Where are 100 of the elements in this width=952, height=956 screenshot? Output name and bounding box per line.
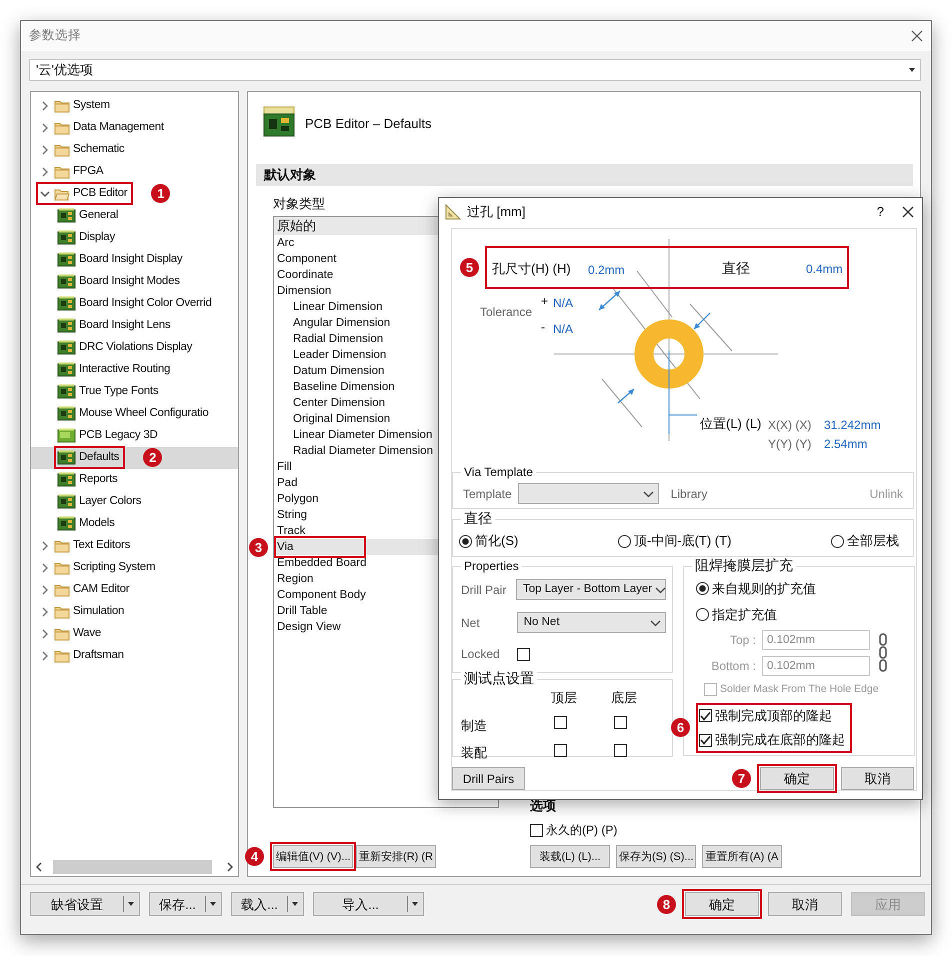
- radio-button[interactable]: [696, 608, 709, 621]
- close-icon[interactable]: [911, 30, 923, 42]
- radio-button[interactable]: [831, 534, 844, 548]
- list-item[interactable]: Center Dimension: [293, 395, 390, 411]
- tree-item[interactable]: Board Insight Color Overrid: [57, 294, 215, 312]
- checkbox[interactable]: [554, 744, 567, 757]
- circuit-board-icon: [57, 450, 76, 465]
- button[interactable]: 确定: [760, 767, 834, 790]
- circuit-board-icon: [57, 384, 76, 399]
- tree-item[interactable]: Simulation: [39, 602, 128, 620]
- radio-label: 指定扩充值: [712, 606, 777, 624]
- tree-item[interactable]: Reports: [57, 470, 121, 488]
- chevron-down-icon: [655, 586, 666, 594]
- tree-item[interactable]: General: [57, 206, 122, 224]
- tree-item[interactable]: Interactive Routing: [57, 360, 174, 378]
- list-item[interactable]: Datum Dimension: [293, 363, 388, 379]
- checkbox[interactable]: [699, 709, 712, 722]
- tree-item[interactable]: Layer Colors: [57, 492, 144, 510]
- help-button[interactable]: ?: [876, 202, 884, 222]
- tree-item[interactable]: Display: [57, 228, 118, 246]
- list-item[interactable]: Track: [277, 523, 310, 539]
- tree-item[interactable]: DRC Violations Display: [57, 338, 196, 356]
- checkbox[interactable]: [530, 824, 543, 837]
- tree-item[interactable]: True Type Fonts: [57, 382, 162, 400]
- button[interactable]: Drill Pairs: [452, 767, 525, 790]
- field-label: Library: [670, 486, 708, 503]
- tree-item[interactable]: PCB Editor: [39, 184, 130, 202]
- button[interactable]: 编辑值(V) (V)...: [273, 845, 353, 868]
- tree-item[interactable]: FPGA: [39, 162, 106, 180]
- list-item[interactable]: Component: [277, 251, 340, 267]
- tree-item[interactable]: Schematic: [39, 140, 128, 158]
- tree-item[interactable]: Draftsman: [39, 646, 127, 664]
- dropdown-button[interactable]: 载入...: [231, 892, 304, 916]
- list-item[interactable]: Leader Dimension: [293, 347, 390, 363]
- list-item[interactable]: Original Dimension: [293, 411, 394, 427]
- list-item[interactable]: Baseline Dimension: [293, 379, 399, 395]
- dropdown-button[interactable]: 导入...: [313, 892, 424, 916]
- checkbox[interactable]: [554, 716, 567, 730]
- preset-dropdown[interactable]: '云'优选项: [29, 58, 921, 80]
- button[interactable]: 取消: [841, 767, 914, 790]
- tree-item[interactable]: System: [39, 96, 113, 114]
- tree-item[interactable]: Mouse Wheel Configuratio: [57, 404, 212, 422]
- tree-item[interactable]: Wave: [39, 624, 104, 642]
- list-item[interactable]: Coordinate: [277, 267, 338, 283]
- checkbox[interactable]: [614, 716, 627, 730]
- radio-button[interactable]: [459, 534, 472, 548]
- checkbox-label: 强制完成在底部的隆起: [715, 731, 845, 750]
- dropdown-button[interactable]: 缺省设置: [30, 892, 140, 916]
- button[interactable]: 取消: [768, 892, 842, 916]
- group-title: 测试点设置: [461, 670, 537, 686]
- scroll-right-icon[interactable]: [226, 862, 234, 872]
- tree-item[interactable]: Board Insight Display: [57, 250, 186, 268]
- list-item[interactable]: Polygon: [277, 491, 323, 507]
- list-item[interactable]: String: [277, 507, 312, 523]
- checkbox[interactable]: [614, 744, 627, 757]
- list-item[interactable]: Fill: [277, 459, 296, 475]
- button[interactable]: 确定: [685, 892, 759, 916]
- horizontal-scrollbar[interactable]: [35, 858, 234, 876]
- list-item[interactable]: Drill Table: [277, 603, 332, 619]
- tree-item[interactable]: Defaults: [57, 448, 122, 466]
- field-label: Locked: [461, 646, 501, 663]
- radio-button[interactable]: [696, 582, 709, 596]
- radio-button[interactable]: [618, 534, 631, 548]
- caret-icon: [209, 901, 217, 908]
- close-icon[interactable]: [902, 206, 914, 218]
- list-item[interactable]: Radial Dimension: [293, 331, 388, 347]
- tree-item[interactable]: Scripting System: [39, 558, 158, 576]
- list-item[interactable]: Linear Dimension: [293, 299, 386, 315]
- list-item[interactable]: Embedded Board: [277, 555, 371, 571]
- list-item[interactable]: Component Body: [277, 587, 370, 603]
- checkbox[interactable]: [699, 734, 712, 746]
- list-item[interactable]: Design View: [277, 619, 345, 635]
- list-item[interactable]: Dimension: [277, 283, 336, 299]
- tree-item[interactable]: Text Editors: [39, 536, 134, 554]
- tree-item[interactable]: Data Management: [39, 118, 167, 136]
- list-item[interactable]: Radial Diameter Dimension: [293, 443, 437, 459]
- dropdown[interactable]: Top Layer - Bottom Layer: [516, 579, 666, 600]
- tree-item[interactable]: CAM Editor: [39, 580, 132, 598]
- list-item[interactable]: Linear Diameter Dimension: [293, 427, 436, 443]
- tree-item[interactable]: Board Insight Lens: [57, 316, 174, 334]
- section-header: 默认对象: [256, 164, 913, 186]
- dropdown-button[interactable]: 保存...: [149, 892, 222, 916]
- button[interactable]: 重置所有(A) (A: [702, 845, 782, 868]
- list-item[interactable]: Pad: [277, 475, 302, 491]
- checkbox[interactable]: [517, 648, 530, 660]
- list-item[interactable]: Region: [277, 571, 318, 587]
- button[interactable]: 装载(L) (L)...: [530, 845, 610, 868]
- button[interactable]: 重新安排(R) (R: [356, 845, 436, 868]
- tree-item[interactable]: Models: [57, 514, 118, 532]
- circuit-board-icon: [57, 516, 76, 531]
- list-item[interactable]: Arc: [277, 235, 298, 251]
- chain-link-icon[interactable]: [878, 633, 888, 673]
- caret-icon: [411, 901, 419, 908]
- scroll-left-icon[interactable]: [35, 862, 43, 872]
- dropdown[interactable]: No Net: [516, 612, 666, 633]
- folder-icon: [54, 626, 70, 640]
- button[interactable]: 保存为(S) (S)...: [616, 845, 696, 868]
- tree-item[interactable]: PCB Legacy 3D: [57, 426, 161, 444]
- list-item[interactable]: Angular Dimension: [293, 315, 394, 331]
- tree-item[interactable]: Board Insight Modes: [57, 272, 183, 290]
